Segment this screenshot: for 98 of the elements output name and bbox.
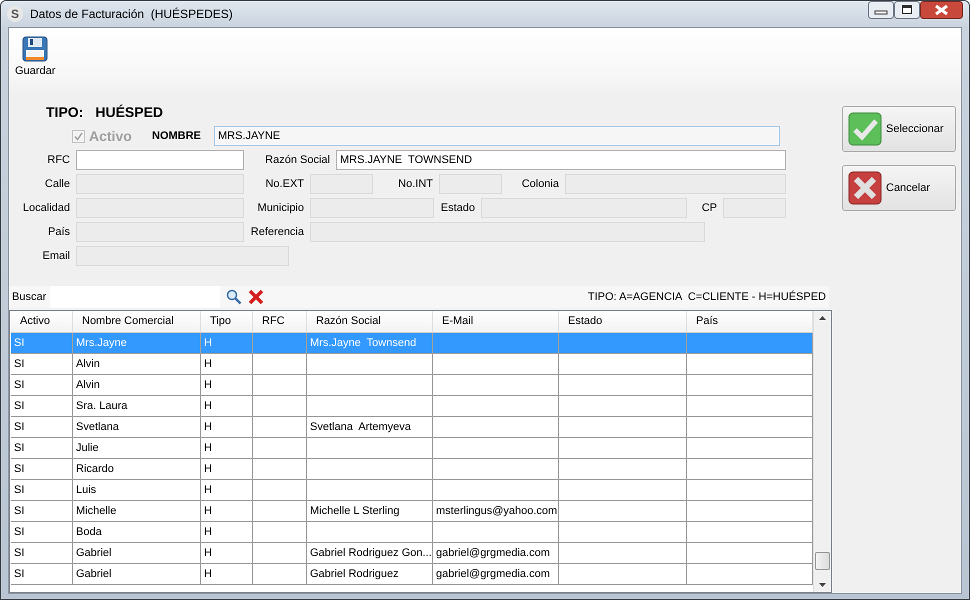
scrollbar[interactable] [813, 311, 831, 592]
table-row[interactable]: SI Julie H [11, 438, 813, 459]
table-cell: Mrs.Jayne Townsend [310, 337, 416, 349]
table-row[interactable]: SI Alvin H [11, 375, 813, 396]
table-cell: SI [14, 442, 24, 454]
column-header[interactable]: RFC [253, 311, 307, 332]
table-row[interactable]: SI Gabriel H Gabriel Rodriguez Gon... gabriel@grgmedia.com [11, 543, 813, 564]
table-row[interactable]: SI Alvin H [11, 354, 813, 375]
x-mark-icon [848, 171, 882, 205]
table-cell: SI [14, 568, 24, 580]
select-button[interactable]: Seleccionar [842, 106, 956, 152]
table-cell: SI [14, 421, 24, 433]
table-cell: SI [14, 463, 24, 475]
app-icon: S [7, 6, 23, 22]
clear-icon[interactable] [248, 289, 264, 305]
table-cell: Svetlana Artemyeva [310, 421, 411, 433]
minimize-button[interactable] [868, 1, 894, 19]
table-cell: Mrs.Jayne [76, 337, 127, 349]
search-label: Buscar [11, 291, 46, 303]
table-cell: SI [14, 358, 24, 370]
field-label: Razón Social [265, 154, 330, 166]
scroll-thumb[interactable] [815, 552, 830, 570]
table-cell: H [204, 421, 212, 433]
type-label: TIPO: [46, 104, 84, 120]
column-header[interactable]: E-Mail [433, 311, 559, 332]
table-cell: Gabriel [76, 568, 112, 580]
table-cell: H [204, 505, 212, 517]
type-legend: TIPO: A=AGENCIA C=CLIENTE - H=HUÉSPED [588, 291, 829, 303]
table-cell: H [204, 400, 212, 412]
checkmark-icon [848, 112, 882, 146]
table-cell: Alvin [76, 358, 100, 370]
table-row[interactable]: SI Svetlana H Svetlana Artemyeva [11, 417, 813, 438]
table-cell: H [204, 442, 212, 454]
field-label: Referencia [250, 226, 304, 238]
table-cell: SI [14, 337, 24, 349]
table-cell: H [204, 379, 212, 391]
close-button[interactable] [920, 1, 963, 19]
field-label: Estado [440, 202, 475, 214]
field-label: Municipio [258, 202, 304, 214]
table-cell: Svetlana [76, 421, 119, 433]
table-cell: Sra. Laura [76, 400, 128, 412]
field-label: RFC [47, 154, 70, 166]
table-cell: SI [14, 400, 24, 412]
field-label: País [48, 226, 70, 238]
window-title: Datos de Facturación (HUÉSPEDES) [30, 7, 233, 21]
column-header[interactable]: Razón Social [307, 311, 433, 332]
table-cell: SI [14, 526, 24, 538]
table-row[interactable]: SI Sra. Laura H [11, 396, 813, 417]
table-cell: gabriel@grgmedia.com [436, 547, 550, 559]
field-label: Calle [44, 178, 70, 190]
table-row[interactable]: SI Michelle H Michelle L Sterling msterlingus@yahoo.com [11, 501, 813, 522]
table-cell: H [204, 484, 212, 496]
field-label: CP [702, 202, 717, 214]
table-cell: SI [14, 505, 24, 517]
table-cell: Julie [76, 442, 99, 454]
table-cell: Ricardo [76, 463, 114, 475]
table-cell: msterlingus@yahoo.com [436, 505, 558, 517]
table-cell: H [204, 463, 212, 475]
name-field[interactable]: MRS.JAYNE [214, 126, 780, 146]
save-button[interactable]: Guardar [13, 34, 58, 79]
field-label: NOMBRE [152, 130, 202, 142]
search-icon[interactable] [226, 289, 242, 305]
maximize-button[interactable] [894, 1, 920, 19]
table-cell: Boda [76, 526, 102, 538]
table-cell: Gabriel Rodriguez Gon... [310, 547, 432, 559]
field-label: Email [42, 250, 70, 262]
field-label: No.INT [398, 178, 433, 190]
table-cell: Luis [76, 484, 96, 496]
checkbox-icon [72, 130, 85, 142]
table-row[interactable]: SI Boda H [11, 522, 813, 543]
table-cell: Alvin [76, 379, 100, 391]
table-cell: Gabriel Rodriguez [310, 568, 399, 580]
column-header[interactable]: Activo [11, 311, 73, 332]
table-cell: H [204, 358, 212, 370]
field-label: Localidad [22, 202, 70, 214]
table-row[interactable]: SI Ricardo H [11, 459, 813, 480]
table-cell: SI [14, 484, 24, 496]
table-cell: H [204, 568, 212, 580]
column-header[interactable]: Estado [559, 311, 687, 332]
table-row[interactable]: SI Gabriel H Gabriel Rodriguez gabriel@grgmedia.com [11, 564, 813, 585]
type-value: HUÉSPED [95, 104, 164, 120]
table-cell: SI [14, 547, 24, 559]
table-cell: Gabriel [76, 547, 112, 559]
table-cell: H [204, 337, 212, 349]
table-cell: Michelle [76, 505, 116, 517]
column-header[interactable]: Tipo [201, 311, 253, 332]
text-field[interactable] [76, 150, 244, 170]
table-cell: gabriel@grgmedia.com [436, 568, 550, 580]
table-cell: SI [14, 379, 24, 391]
field-label: No.EXT [265, 178, 304, 190]
table-cell: H [204, 526, 212, 538]
table-cell: H [204, 547, 212, 559]
field-label: Colonia [522, 178, 559, 190]
text-field[interactable]: MRS.JAYNE TOWNSEND [336, 150, 786, 170]
table-row[interactable]: SI Luis H [11, 480, 813, 501]
cancel-button[interactable]: Cancelar [842, 165, 956, 211]
column-header[interactable]: Nombre Comercial [73, 311, 201, 332]
table-cell: Michelle L Sterling [310, 505, 400, 517]
